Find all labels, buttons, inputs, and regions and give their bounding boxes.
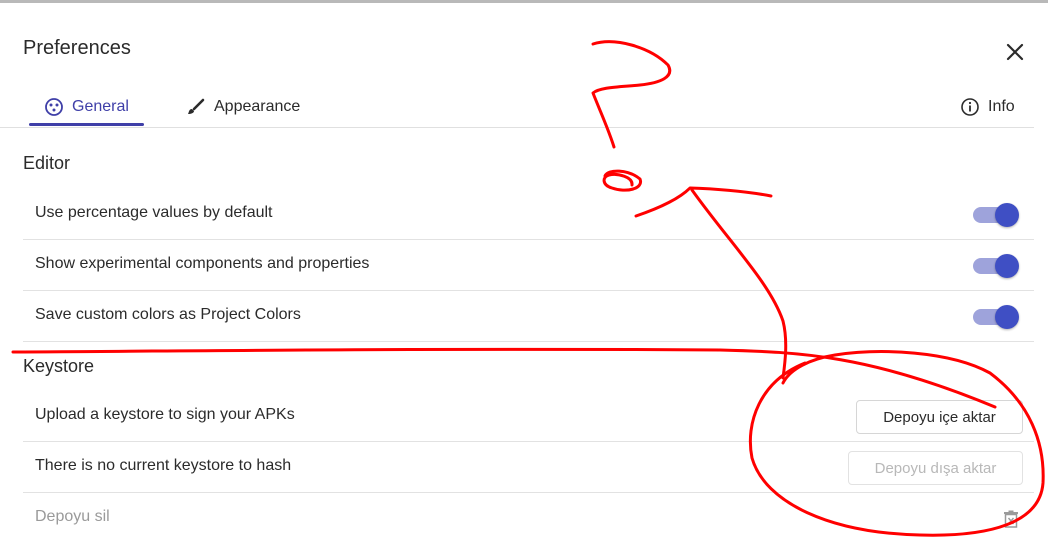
setting-label: Save custom colors as Project Colors <box>35 306 301 323</box>
import-keystore-button[interactable]: Depoyu içe aktar <box>856 400 1023 434</box>
tab-bar: General Appearance Info <box>0 89 1034 128</box>
setting-label: Use percentage values by default <box>35 204 273 221</box>
dialog-title: Preferences <box>23 37 131 59</box>
setting-row-percentage: Use percentage values by default <box>23 190 1034 240</box>
keystore-row-hash: There is no current keystore to hash Dep… <box>23 443 1034 493</box>
export-keystore-button[interactable]: Depoyu dışa aktar <box>848 451 1023 485</box>
percentage-toggle[interactable] <box>973 203 1019 227</box>
tab-appearance-label: Appearance <box>214 98 301 115</box>
active-tab-indicator <box>29 123 144 126</box>
brush-icon <box>186 97 206 117</box>
hash-label: There is no current keystore to hash <box>35 457 292 474</box>
tab-info-label: Info <box>988 98 1015 115</box>
setting-row-project-colors: Save custom colors as Project Colors <box>23 292 1034 342</box>
upload-label: Upload a keystore to sign your APKs <box>35 406 295 423</box>
tab-appearance[interactable]: Appearance <box>186 89 300 125</box>
keystore-row-delete: Depoyu sil <box>23 494 1034 544</box>
info-icon <box>960 97 980 117</box>
close-icon[interactable] <box>1004 41 1026 63</box>
trash-icon[interactable] <box>1003 510 1019 528</box>
toggle-knob <box>995 305 1019 329</box>
tab-general-label: General <box>72 98 129 115</box>
toggle-knob <box>995 203 1019 227</box>
toggle-knob <box>995 254 1019 278</box>
setting-label: Show experimental components and propert… <box>35 255 370 272</box>
setting-row-experimental: Show experimental components and propert… <box>23 241 1034 291</box>
delete-label: Depoyu sil <box>35 508 110 525</box>
tab-general[interactable]: General <box>44 89 129 125</box>
preferences-dialog: Preferences General Appearance Info Edit… <box>0 0 1048 545</box>
keystore-row-upload: Upload a keystore to sign your APKs Depo… <box>23 392 1034 442</box>
keystore-section-title: Keystore <box>23 356 95 376</box>
experimental-toggle[interactable] <box>973 254 1019 278</box>
tab-info[interactable]: Info <box>960 89 1015 125</box>
annotation-question-dot <box>602 169 643 192</box>
palette-icon <box>44 97 64 117</box>
editor-section-title: Editor <box>23 153 71 173</box>
project-colors-toggle[interactable] <box>973 305 1019 329</box>
